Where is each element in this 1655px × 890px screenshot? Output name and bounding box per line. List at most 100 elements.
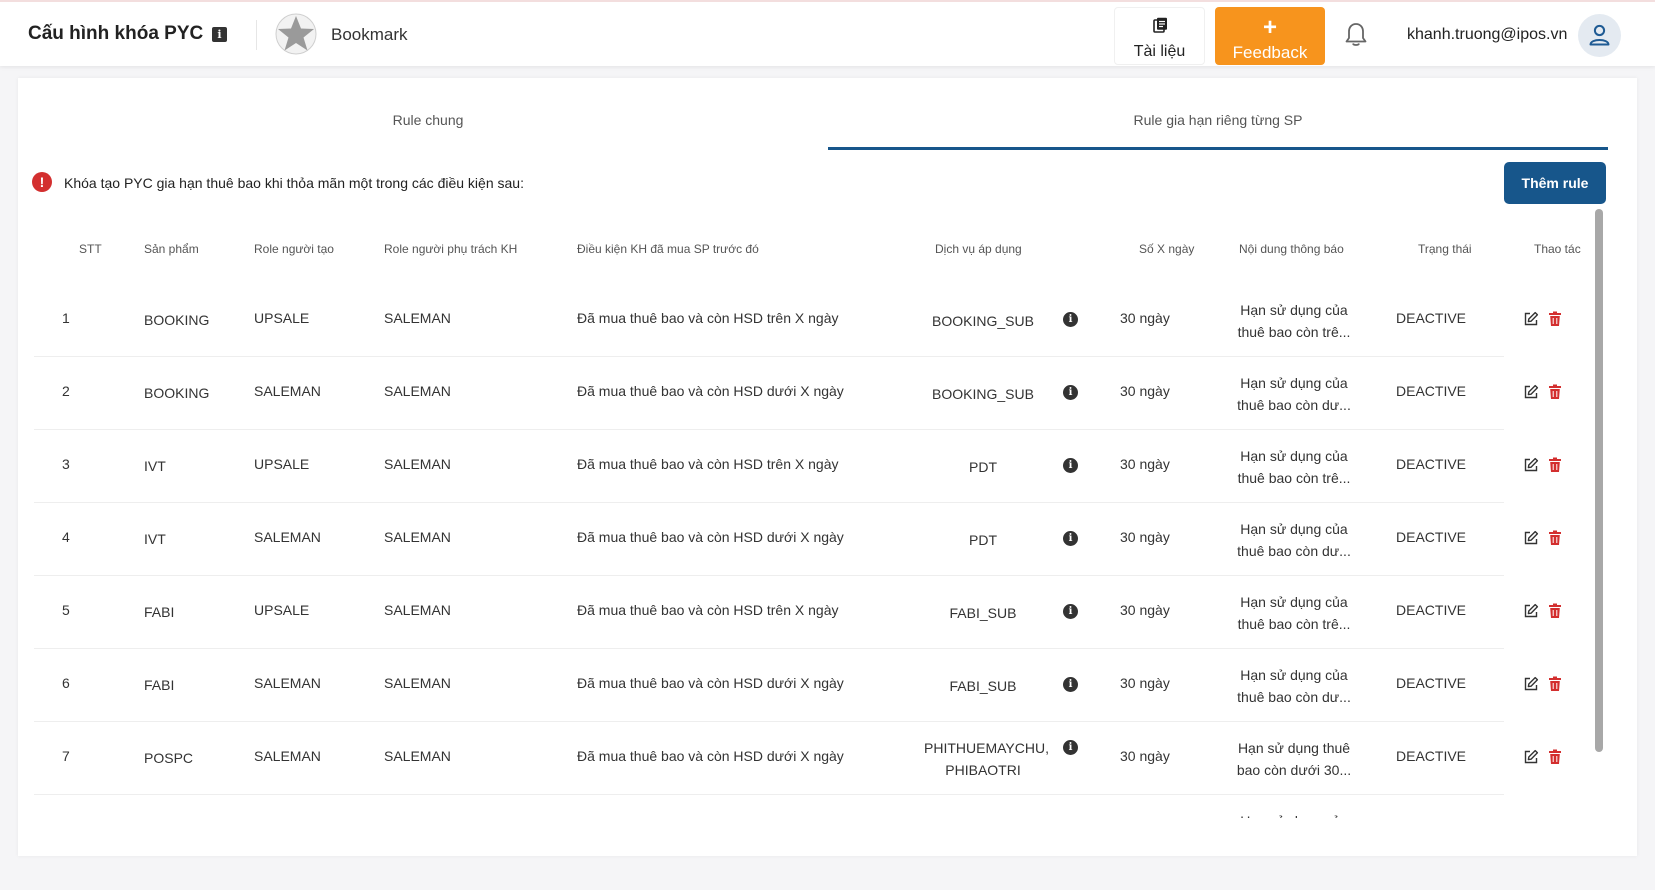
cell-service: FABI_SUB xyxy=(949,678,1017,694)
cell-creator-role: UPSALE xyxy=(254,602,310,618)
trash-icon[interactable] xyxy=(1548,603,1562,624)
cell-days: 30 ngày xyxy=(1120,310,1170,326)
service-info-icon[interactable]: i xyxy=(1063,740,1078,755)
trash-icon[interactable] xyxy=(1548,676,1562,697)
table-body: 1 BOOKING UPSALE SALEMAN Đã mua thuê bao và … xyxy=(34,284,1610,818)
feedback-button[interactable]: + Feedback xyxy=(1215,7,1325,65)
edit-icon[interactable] xyxy=(1523,530,1539,551)
table-row[interactable]: PHITHUEMAYCHUiHạn sử dụng của xyxy=(34,795,1610,818)
docs-button[interactable]: Tài liệu xyxy=(1114,7,1205,65)
edit-icon[interactable] xyxy=(1523,749,1539,770)
cell-status: DEACTIVE xyxy=(1396,748,1467,764)
cell-product: BOOKING xyxy=(144,385,210,401)
cell-days: 30 ngày xyxy=(1120,529,1170,545)
service-info-icon[interactable]: i xyxy=(1063,385,1078,400)
cell-status: DEACTIVE xyxy=(1396,456,1467,472)
add-rule-button[interactable]: Thêm rule xyxy=(1504,162,1606,204)
table-row[interactable]: 5 FABI UPSALE SALEMAN Đã mua thuê bao và còn… xyxy=(34,576,1610,649)
service-info-icon[interactable]: i xyxy=(1063,458,1078,473)
cell-message: Hạn sử dụng của xyxy=(1229,810,1359,818)
tab-rule-chung[interactable]: Rule chung xyxy=(38,78,818,150)
rules-table: STT Sản phẩm Role người tạo Role người p… xyxy=(34,218,1610,818)
table-row[interactable]: 2 BOOKING SALEMAN SALEMAN Đã mua thuê bao và… xyxy=(34,357,1610,430)
feedback-button-label: Feedback xyxy=(1232,43,1308,62)
cell-creator-role: SALEMAN xyxy=(254,675,321,691)
tab-rule-gia-han-rieng[interactable]: Rule gia hạn riêng từng SP xyxy=(828,78,1608,150)
table-row[interactable]: 6 FABI SALEMAN SALEMAN Đã mua thuê bao và cò… xyxy=(34,649,1610,722)
trash-icon[interactable] xyxy=(1548,530,1562,551)
cell-creator-role: UPSALE xyxy=(254,310,310,326)
cell-days: 30 ngày xyxy=(1120,675,1170,691)
table-header: STT Sản phẩm Role người tạo Role người p… xyxy=(34,218,1610,284)
cell-stt: 1 xyxy=(62,310,70,326)
bookmark-label[interactable]: Bookmark xyxy=(331,25,408,45)
trash-icon[interactable] xyxy=(1548,384,1562,405)
cell-service: PDT xyxy=(969,459,997,475)
trash-icon[interactable] xyxy=(1548,749,1562,770)
cell-status: DEACTIVE xyxy=(1396,675,1467,691)
cell-manager-role: SALEMAN xyxy=(384,602,451,618)
alert-icon: ! xyxy=(32,172,52,192)
cell-stt: 2 xyxy=(62,383,70,399)
trash-icon[interactable] xyxy=(1548,311,1562,332)
cell-condition: Đã mua thuê bao và còn HSD dưới X ngày xyxy=(577,748,844,764)
cell-message: Hạn sử dụng của thuê bao còn dư... xyxy=(1237,375,1351,413)
cell-product: IVT xyxy=(144,531,166,547)
cell-service: PHITHUEMAYCHU, PHIBAOTRI xyxy=(924,740,1049,778)
cell-days: 30 ngày xyxy=(1120,456,1170,472)
cell-message: Hạn sử dụng của thuê bao còn trê... xyxy=(1237,302,1351,340)
cell-status: DEACTIVE xyxy=(1396,529,1467,545)
trash-icon[interactable] xyxy=(1548,457,1562,478)
service-info-icon[interactable]: i xyxy=(1063,312,1078,327)
col-stt: STT xyxy=(79,242,102,256)
cell-message: Hạn sử dụng của thuê bao còn trê... xyxy=(1237,448,1351,486)
scrollbar-thumb[interactable] xyxy=(1595,209,1603,752)
cell-days: 30 ngày xyxy=(1120,383,1170,399)
col-status: Trạng thái xyxy=(1418,242,1472,256)
cell-service: BOOKING_SUB xyxy=(932,386,1034,402)
cell-stt: 7 xyxy=(62,748,70,764)
service-info-icon[interactable]: i xyxy=(1063,531,1078,546)
avatar[interactable] xyxy=(1578,14,1621,57)
table-row[interactable]: 7 POSPC SALEMAN SALEMAN Đã mua thuê bao và c… xyxy=(34,722,1610,795)
cell-stt: 5 xyxy=(62,602,70,618)
cell-product: IVT xyxy=(144,458,166,474)
edit-icon[interactable] xyxy=(1523,676,1539,697)
document-stack-icon xyxy=(1153,17,1167,33)
edit-icon[interactable] xyxy=(1523,311,1539,332)
user-icon xyxy=(1589,24,1610,46)
edit-icon[interactable] xyxy=(1523,603,1539,624)
service-info-icon[interactable]: i xyxy=(1063,604,1078,619)
service-info-icon[interactable]: i xyxy=(1063,677,1078,692)
cell-product: FABI xyxy=(144,677,175,693)
cell-manager-role: SALEMAN xyxy=(384,456,451,472)
cell-manager-role: SALEMAN xyxy=(384,529,451,545)
top-header: Cấu hình khóa PYC i Bookmark Tài liệu + … xyxy=(0,0,1655,66)
info-icon[interactable]: i xyxy=(212,27,227,42)
cell-stt: 6 xyxy=(62,675,70,691)
col-actions: Thao tác xyxy=(1534,242,1581,256)
warning-text: Khóa tạo PYC gia hạn thuê bao khi thỏa m… xyxy=(64,175,524,191)
cell-days: 30 ngày xyxy=(1120,602,1170,618)
table-row[interactable]: 4 IVT SALEMAN SALEMAN Đã mua thuê bao và còn… xyxy=(34,503,1610,576)
bookmark-star-icon[interactable] xyxy=(274,12,318,56)
table-row[interactable]: 3 IVT UPSALE SALEMAN Đã mua thuê bao và còn … xyxy=(34,430,1610,503)
table-row[interactable]: 1 BOOKING UPSALE SALEMAN Đã mua thuê bao và … xyxy=(34,284,1610,357)
cell-manager-role: SALEMAN xyxy=(384,748,451,764)
col-condition: Điều kiện KH đã mua SP trước đó xyxy=(577,242,759,256)
cell-message: Hạn sử dụng của thuê bao còn trê... xyxy=(1237,594,1351,632)
plus-icon: + xyxy=(1262,14,1277,41)
col-service: Dịch vụ áp dụng xyxy=(935,242,1022,256)
cell-service: PDT xyxy=(969,532,997,548)
user-email[interactable]: khanh.truong@ipos.vn xyxy=(1407,26,1567,44)
cell-days: 30 ngày xyxy=(1120,748,1170,764)
cell-product: BOOKING xyxy=(144,312,210,328)
cell-service: BOOKING_SUB xyxy=(932,313,1034,329)
bell-icon[interactable] xyxy=(1345,22,1367,48)
docs-button-label: Tài liệu xyxy=(1133,43,1186,60)
edit-icon[interactable] xyxy=(1523,457,1539,478)
rules-card: Rule chung Rule gia hạn riêng từng SP ! … xyxy=(18,78,1637,856)
cell-condition: Đã mua thuê bao và còn HSD trên X ngày xyxy=(577,602,839,618)
edit-icon[interactable] xyxy=(1523,384,1539,405)
page-title: Cấu hình khóa PYC xyxy=(28,23,204,44)
